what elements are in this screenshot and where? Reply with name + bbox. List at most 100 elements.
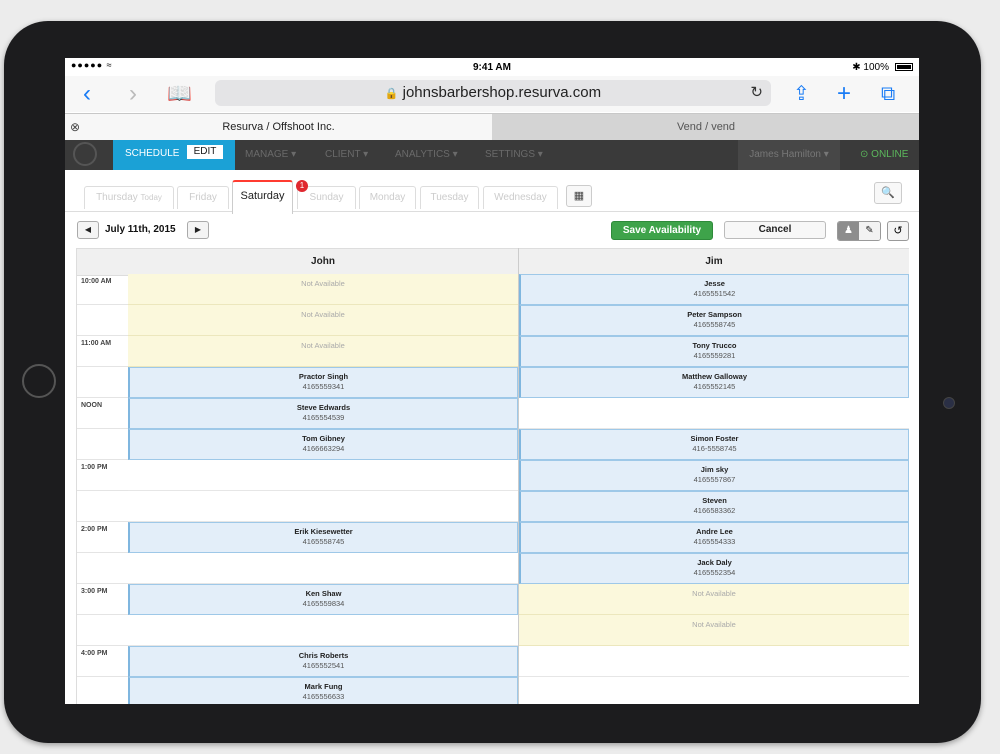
nav-schedule[interactable]: SCHEDULE EDIT: [113, 140, 235, 170]
client-phone: 4165557867: [693, 475, 736, 484]
tab-saturday[interactable]: Saturday: [232, 180, 293, 214]
home-button[interactable]: [22, 364, 56, 398]
calendar-icon[interactable]: ▦: [566, 185, 592, 207]
appointment-slot[interactable]: Simon Foster 416-5558745: [519, 429, 909, 460]
appointment-slot[interactable]: Steve Edwards 4165554539: [128, 398, 518, 429]
time-label: [77, 553, 128, 584]
appointment-slot[interactable]: Chris Roberts 4165552541: [128, 646, 518, 677]
appointment-slot[interactable]: Jack Daly 4165552354: [519, 553, 909, 584]
client-name: Tony Trucco: [692, 341, 737, 350]
client-phone: 4165558745: [302, 537, 345, 546]
wrench-icon[interactable]: ✎: [859, 222, 880, 240]
unavailable-slot[interactable]: Not Available: [519, 584, 909, 615]
time-label: 11:00 AM: [77, 336, 128, 367]
search-icon[interactable]: 🔍: [874, 182, 902, 204]
tab-thursday[interactable]: Thursday Today: [84, 186, 174, 209]
unavailable-slot[interactable]: Not Available: [128, 274, 518, 305]
browser-tab-resurva[interactable]: ⊗ Resurva / Offshoot Inc.: [65, 114, 492, 141]
client-phone: 4165554539: [302, 413, 345, 422]
tabs-icon[interactable]: ⧉: [881, 80, 895, 108]
lock-icon: 🔒: [384, 88, 399, 100]
person-icon[interactable]: ♟: [838, 222, 859, 240]
appointment-slot[interactable]: Erik Kiesewetter 4165558745: [128, 522, 518, 553]
client-name: Erik Kiesewetter: [294, 527, 353, 536]
next-day-button[interactable]: ▶: [187, 221, 209, 239]
online-status: ⊙ ONLINE: [860, 149, 908, 160]
nav-client[interactable]: CLIENT ▾: [325, 149, 368, 160]
time-label: [77, 491, 128, 522]
bookmarks-icon[interactable]: 📖: [167, 80, 192, 108]
appointment-slot[interactable]: Peter Sampson 4165558745: [519, 305, 909, 336]
appointment-slot[interactable]: Tom Gibney 4166663294: [128, 429, 518, 460]
current-date: July 11th, 2015: [105, 224, 176, 235]
client-phone: 4165559281: [693, 351, 736, 360]
open-slot[interactable]: [128, 553, 518, 584]
appointment-slot[interactable]: Mark Fung 4165556633: [128, 677, 518, 704]
unavailable-slot[interactable]: Not Available: [519, 615, 909, 646]
unavailable-slot[interactable]: Not Available: [128, 305, 518, 336]
nav-analytics[interactable]: ANALYTICS ▾: [395, 149, 458, 160]
tab-monday[interactable]: Monday: [359, 186, 416, 209]
new-tab-icon[interactable]: +: [837, 80, 851, 108]
client-name: Andre Lee: [696, 527, 733, 536]
time-label: 10:00 AM: [77, 274, 128, 305]
appointment-slot[interactable]: Steven 4166583362: [519, 491, 909, 522]
client-name: Ken Shaw: [305, 589, 342, 598]
edit-button[interactable]: EDIT: [187, 145, 223, 159]
client-name: Steven: [702, 496, 727, 505]
resurva-logo[interactable]: [73, 142, 97, 166]
time-label: 1:00 PM: [77, 460, 128, 491]
appointment-slot[interactable]: Jesse 4165551542: [519, 274, 909, 305]
save-availability-button[interactable]: Save Availability: [611, 221, 713, 240]
time-label: 2:00 PM: [77, 522, 128, 553]
back-icon[interactable]: ‹: [83, 80, 91, 108]
open-slot[interactable]: [128, 615, 518, 646]
browser-tabs: ⊗ Resurva / Offshoot Inc. Vend / vend: [65, 113, 919, 141]
unavailable-slot[interactable]: Not Available: [128, 336, 518, 367]
prev-day-button[interactable]: ◀: [77, 221, 99, 239]
open-slot[interactable]: [519, 646, 909, 677]
reload-icon[interactable]: ↻: [750, 80, 763, 106]
appointment-slot[interactable]: Matthew Galloway 4165552145: [519, 367, 909, 398]
client-phone: 4165551542: [693, 289, 736, 298]
forward-icon[interactable]: ›: [129, 80, 137, 108]
nav-manage[interactable]: MANAGE ▾: [245, 149, 296, 160]
tab-tuesday[interactable]: Tuesday: [420, 186, 479, 209]
appointment-slot[interactable]: Practor Singh 4165559341: [128, 367, 518, 398]
camera-icon: [943, 397, 955, 409]
battery-icon: [895, 63, 913, 71]
client-phone: 4165559341: [302, 382, 345, 391]
appointment-slot[interactable]: Andre Lee 4165554333: [519, 522, 909, 553]
browser-tab-vend[interactable]: Vend / vend: [493, 114, 919, 141]
staff-header-jim: Jim: [519, 248, 909, 276]
client-name: Simon Foster: [690, 434, 739, 443]
client-phone: 4166663294: [302, 444, 345, 453]
appointment-slot[interactable]: Jim sky 4165557867: [519, 460, 909, 491]
close-tab-icon[interactable]: ⊗: [70, 114, 80, 141]
client-phone: 4165558745: [693, 320, 736, 329]
client-name: Practor Singh: [298, 372, 349, 381]
nav-settings[interactable]: SETTINGS ▾: [485, 149, 543, 160]
appointment-slot[interactable]: Tony Trucco 4165559281: [519, 336, 909, 367]
open-slot[interactable]: [519, 398, 909, 429]
tab-friday[interactable]: Friday: [177, 186, 229, 209]
tab-wednesday[interactable]: Wednesday: [483, 186, 558, 209]
cancel-button[interactable]: Cancel: [724, 221, 826, 239]
app-nav: SCHEDULE EDIT MANAGE ▾ CLIENT ▾ ANALYTIC…: [65, 140, 919, 170]
time-label: [77, 429, 128, 460]
open-slot[interactable]: [128, 460, 518, 491]
user-menu[interactable]: James Hamilton ▾: [738, 140, 840, 170]
appointment-slot[interactable]: Ken Shaw 4165559834: [128, 584, 518, 615]
time-label: [77, 305, 128, 336]
tab-thursday-label: Thursday: [96, 192, 138, 203]
time-label: [77, 615, 128, 646]
url-bar[interactable]: 🔒 johnsbarbershop.resurva.com ↻: [215, 80, 771, 106]
today-label: Today: [140, 193, 162, 202]
check-circle-icon: ⊙: [860, 149, 869, 160]
status-bar: ●●●●● ≈ 9:41 AM ✱ 100%: [65, 58, 919, 76]
client-name: Steve Edwards: [296, 403, 351, 412]
open-slot[interactable]: [519, 677, 909, 704]
undo-icon[interactable]: ↺: [887, 221, 909, 241]
share-icon[interactable]: ⇪: [793, 80, 810, 108]
open-slot[interactable]: [128, 491, 518, 522]
